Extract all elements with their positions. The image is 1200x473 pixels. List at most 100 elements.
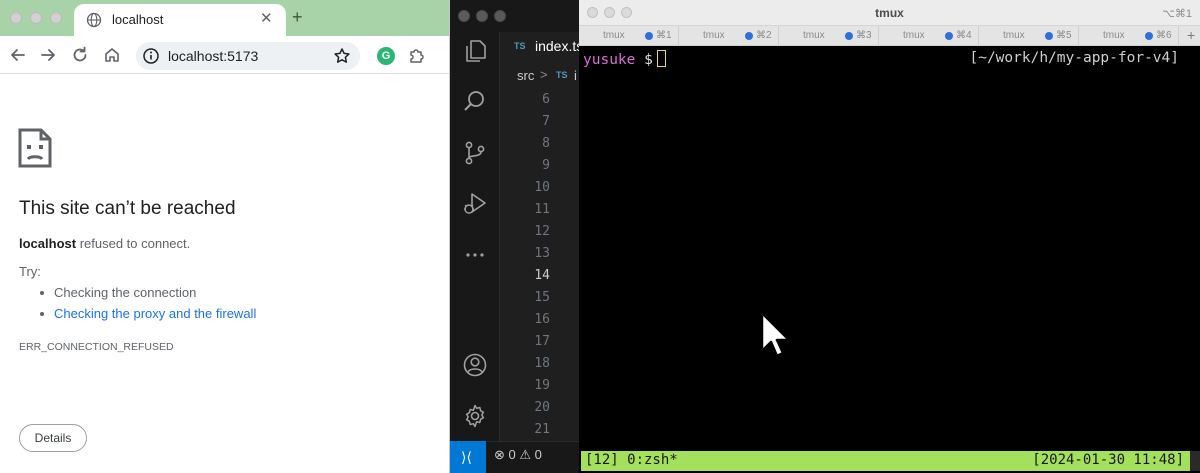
error-message-text: refused to connect.: [76, 236, 191, 251]
line-number: 14: [534, 268, 550, 283]
browser-tab-strip: localhost ✕ +: [0, 0, 449, 36]
activity-dot-icon: [845, 32, 853, 40]
terminal-tab-name: tmux: [603, 30, 625, 41]
terminal-tab-shortcut: ⌘1: [656, 30, 672, 41]
error-count: 0: [508, 447, 516, 462]
activity-dot-icon: [645, 32, 653, 40]
mouse-pointer-icon: [760, 311, 791, 358]
activity-bar: [450, 32, 500, 441]
chevron-right-icon: >: [540, 67, 548, 82]
sad-page-icon: [18, 128, 52, 168]
home-icon[interactable]: [102, 45, 122, 65]
close-window-button[interactable]: [10, 12, 22, 24]
problems-indicator[interactable]: ⊗ 0 ⚠ 0: [494, 447, 542, 463]
editor-tab[interactable]: TS index.ts: [500, 32, 582, 62]
line-number: 7: [542, 114, 550, 129]
reload-icon[interactable]: [70, 45, 90, 65]
more-ellipsis-icon[interactable]: [462, 242, 488, 268]
browser-window: localhost ✕ + localhost:5173 G This site…: [0, 0, 450, 473]
tab-title: localhost: [112, 12, 164, 27]
prompt-symbol: $: [644, 52, 653, 68]
breadcrumb-folder[interactable]: src: [517, 68, 534, 83]
terminal-tab-name: tmux: [903, 30, 925, 41]
terminal-tab-5[interactable]: tmux ⌘5: [979, 26, 1079, 46]
terminal-window: tmux ⌥⌘1 tmux ⌘1 tmux ⌘2 tmux ⌘3 tmux ⌘4 tmux ⌘5 t…: [579, 0, 1200, 473]
typescript-file-icon: TS: [514, 41, 526, 51]
error-message: localhost refused to connect.: [19, 236, 190, 251]
editor-tab-filename: index.ts: [535, 38, 582, 54]
error-circle-icon: ⊗: [494, 447, 505, 462]
line-number: 6: [542, 92, 550, 107]
warning-triangle-icon: ⚠: [519, 447, 532, 462]
details-button[interactable]: Details: [19, 424, 87, 452]
line-number: 13: [534, 246, 550, 261]
terminal-titlebar: tmux ⌥⌘1: [579, 0, 1200, 26]
suggestion-check-connection: Checking the connection: [40, 285, 256, 306]
vscode-zoom-button[interactable]: [494, 10, 506, 22]
line-number: 20: [534, 400, 550, 415]
breadcrumb-file[interactable]: i: [574, 68, 577, 83]
terminal-tab-name: tmux: [1003, 30, 1025, 41]
error-host: localhost: [19, 236, 77, 251]
terminal-tab-4[interactable]: tmux ⌘4: [879, 26, 979, 46]
extensions-puzzle-icon[interactable]: [407, 45, 427, 65]
source-control-icon[interactable]: [462, 140, 488, 166]
terminal-tab-3[interactable]: tmux ⌘3: [779, 26, 879, 46]
shell-prompt[interactable]: yusuke $: [583, 50, 666, 68]
activity-dot-icon: [745, 32, 753, 40]
try-label: Try:: [19, 264, 41, 279]
prompt-user: yusuke: [583, 52, 636, 68]
typescript-file-icon: TS: [556, 70, 568, 80]
globe-icon: [86, 12, 102, 28]
bookmark-star-icon[interactable]: [332, 46, 352, 66]
search-icon[interactable]: [462, 88, 488, 114]
suggestion-check-proxy-link[interactable]: Checking the proxy and the firewall: [40, 306, 256, 327]
line-number: 16: [534, 312, 550, 327]
settings-gear-icon[interactable]: [462, 403, 488, 429]
line-number: 10: [534, 180, 550, 195]
grammarly-extension-icon[interactable]: G: [377, 47, 395, 65]
new-terminal-tab-button[interactable]: +: [1187, 27, 1195, 43]
terminal-tab-shortcut: ⌘3: [856, 30, 872, 41]
remote-indicator[interactable]: ⟩⟨: [450, 441, 486, 473]
new-tab-button[interactable]: +: [292, 7, 303, 27]
vscode-minimize-button[interactable]: [476, 10, 488, 22]
terminal-tab-2[interactable]: tmux ⌘2: [679, 26, 779, 46]
line-number: 9: [542, 158, 550, 173]
terminal-tab-1[interactable]: tmux ⌘1: [579, 26, 679, 46]
text-cursor: [656, 50, 666, 67]
line-number: 19: [534, 378, 550, 393]
browser-tab[interactable]: localhost ✕: [74, 4, 286, 36]
address-bar[interactable]: localhost:5173: [136, 42, 360, 70]
terminal-tab-6[interactable]: tmux ⌘6: [1079, 26, 1179, 46]
error-title: This site can’t be reached: [19, 198, 236, 219]
terminal-tab-shortcut: ⌘5: [1056, 30, 1072, 41]
tmux-session-window[interactable]: [12] 0:zsh*: [585, 452, 678, 468]
error-code: ERR_CONNECTION_REFUSED: [19, 341, 174, 353]
run-debug-icon[interactable]: [462, 190, 488, 216]
back-arrow-icon[interactable]: [8, 45, 28, 65]
minimize-window-button[interactable]: [30, 12, 42, 24]
close-tab-icon[interactable]: ✕: [260, 10, 273, 28]
forward-arrow-icon[interactable]: [38, 45, 58, 65]
terminal-tab-name: tmux: [803, 30, 825, 41]
warning-count: 0: [534, 447, 542, 462]
terminal-tab-shortcut: ⌘6: [1156, 30, 1172, 41]
explorer-files-icon[interactable]: [462, 38, 488, 64]
url-text: localhost:5173: [168, 48, 259, 64]
zoom-window-button[interactable]: [50, 12, 62, 24]
line-number: 17: [534, 334, 550, 349]
vscode-close-button[interactable]: [458, 10, 470, 22]
window-shortcut: ⌥⌘1: [1162, 8, 1192, 20]
remote-icon: ⟩⟨: [461, 449, 472, 465]
tmux-clock: [2024-01-30 11:48]: [1032, 452, 1184, 468]
vscode-window: TS index.ts src > TS i 6 7 8 9 10 11 12 13 14 15 1…: [450, 0, 582, 473]
site-info-icon[interactable]: [142, 47, 160, 65]
line-number: 21: [534, 422, 550, 437]
breadcrumb: src > TS i: [500, 62, 582, 88]
suggestion-list: Checking the connection Checking the pro…: [40, 285, 256, 327]
activity-dot-icon: [1145, 32, 1153, 40]
accounts-icon[interactable]: [462, 352, 488, 378]
terminal-window-title: tmux: [875, 6, 904, 20]
terminal-tab-shortcut: ⌘2: [756, 30, 772, 41]
